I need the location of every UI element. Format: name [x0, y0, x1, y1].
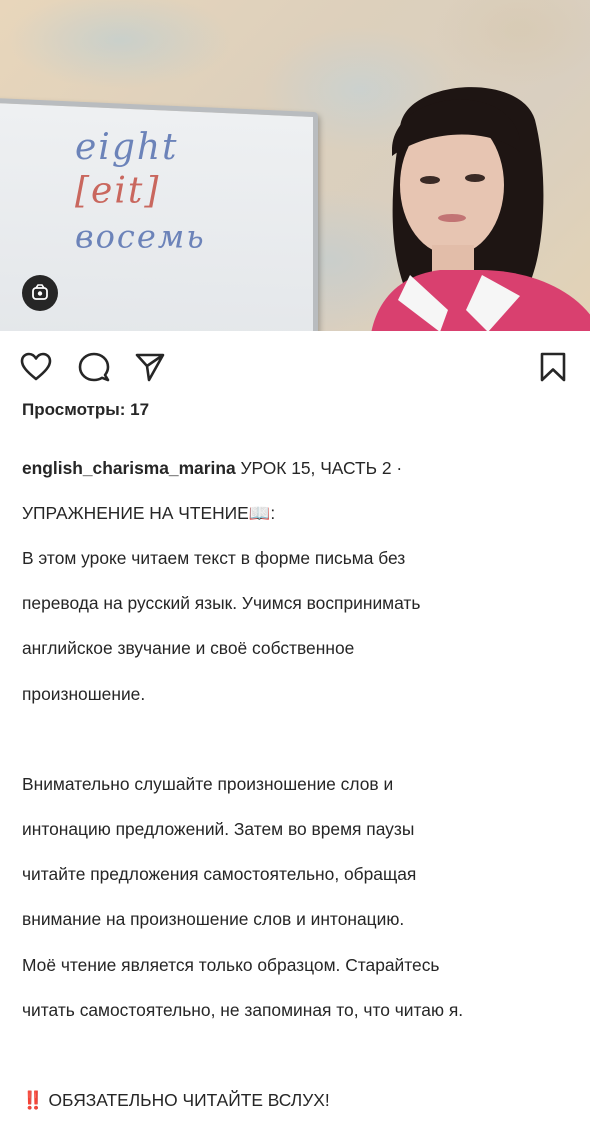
caption-text: Внимательно слушайте произношение слов и	[22, 773, 394, 794]
post-media[interactable]: eight [eit] восемь	[0, 0, 590, 331]
caption-warning-line: ‼️ ОБЯЗАТЕЛЬНО ЧИТАЙТЕ ВСЛУХ!	[22, 1089, 577, 1112]
whiteboard-transcription: [eit]	[75, 170, 161, 212]
caption-text: перевода на русский язык. Учимся восприн…	[22, 593, 421, 614]
double-exclamation-icon: ‼️	[22, 1090, 44, 1111]
caption-text: произношение.	[22, 683, 146, 704]
whiteboard-word-english: eight	[75, 126, 179, 168]
reel-icon	[32, 284, 48, 300]
caption-paragraph-gap	[22, 728, 577, 751]
caption-text: ОБЯЗАТЕЛЬНО ЧИТАЙТЕ ВСЛУХ!	[43, 1090, 330, 1111]
caption-text: УРОК 15, ЧАСТЬ 2 ·	[235, 457, 403, 478]
caption-text: УПРАЖНЕНИЕ НА ЧТЕНИЕ📖:	[22, 502, 276, 523]
post-action-bar	[0, 345, 590, 389]
caption-paragraph-gap	[22, 1044, 577, 1067]
send-icon[interactable]	[134, 351, 166, 383]
whiteboard-word-russian: восемь	[75, 217, 206, 256]
caption-text: читать самостоятельно, не запоминая то, …	[22, 999, 464, 1020]
view-count: Просмотры: 17	[22, 400, 150, 419]
post-caption: english_charisma_marina УРОК 15, ЧАСТЬ 2…	[22, 434, 577, 1134]
reel-badge-icon[interactable]	[22, 275, 58, 311]
caption-text: читайте предложения самостоятельно, обра…	[22, 864, 417, 885]
comment-icon[interactable]	[78, 351, 110, 383]
bookmark-icon[interactable]	[537, 351, 569, 383]
caption-text: английское звучание и своё собственное	[22, 638, 355, 659]
heart-icon[interactable]	[20, 351, 52, 383]
teacher-figure	[371, 87, 590, 331]
caption-first-line: english_charisma_marina УРОК 15, ЧАСТЬ 2…	[22, 457, 577, 480]
caption-text: внимание на произношение слов и интонаци…	[22, 909, 405, 930]
caption-text: В этом уроке читаем текст в форме письма…	[22, 547, 406, 568]
caption-text: Моё чтение является только образцом. Ста…	[22, 954, 440, 975]
username-link[interactable]: english_charisma_marina	[22, 458, 236, 478]
caption-text: интонацию предложений. Затем во время па…	[22, 819, 415, 840]
